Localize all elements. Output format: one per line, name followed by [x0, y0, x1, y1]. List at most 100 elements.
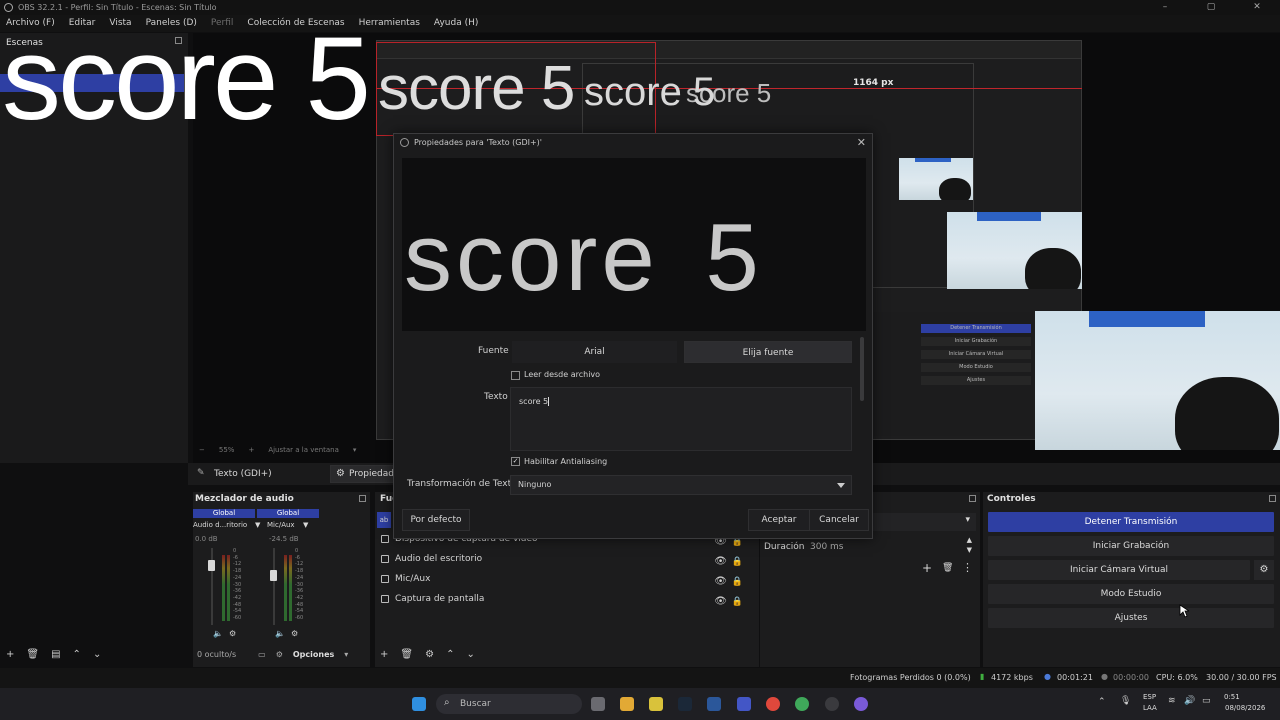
settings-button[interactable]: Ajustes	[988, 608, 1274, 628]
start-virtual-camera-button[interactable]: Iniciar Cámara Virtual	[988, 560, 1250, 580]
zoom-out-icon[interactable]: −	[199, 446, 205, 454]
spin-up-icon[interactable]: ▲	[967, 536, 972, 544]
studio-mode-button[interactable]: Modo Estudio	[988, 584, 1274, 604]
volume-fader-2[interactable]	[273, 548, 275, 625]
selected-source-icon[interactable]: ab	[377, 512, 391, 528]
move-down-icon[interactable]: ⌄	[93, 649, 101, 660]
virtual-camera-settings-icon[interactable]: ⚙	[1254, 560, 1274, 580]
controls-title: Controles	[987, 494, 1036, 504]
chevron-down-icon[interactable]: ▾	[344, 650, 348, 659]
sticky-notes-icon[interactable]	[649, 697, 663, 711]
add-icon[interactable]: +	[6, 649, 14, 660]
close-icon[interactable]: ✕	[857, 136, 866, 149]
taskbar-search[interactable]: ⌕ Buscar	[436, 694, 582, 714]
gear-icon[interactable]: ⚙	[229, 629, 236, 638]
app-icon[interactable]	[854, 697, 868, 711]
maximize-button[interactable]: ▢	[1188, 0, 1234, 15]
fps: 30.00 / 30.00 FPS	[1206, 673, 1277, 682]
add-icon[interactable]: +	[922, 561, 932, 575]
eye-icon[interactable]: 👁	[714, 553, 727, 571]
stop-streaming-button[interactable]: Detener Transmisión	[988, 512, 1274, 532]
task-view-icon[interactable]	[591, 697, 605, 711]
clock-time[interactable]: 0:51	[1224, 693, 1240, 701]
move-up-icon[interactable]: ⌃	[446, 649, 454, 660]
spin-down-icon[interactable]: ▼	[967, 546, 972, 554]
mixer-channel-menu-2[interactable]: ▼	[303, 521, 308, 529]
steam-icon[interactable]	[678, 697, 692, 711]
chevron-up-icon[interactable]: ⌃	[1098, 697, 1106, 707]
layout-icon[interactable]: ▭	[258, 650, 266, 659]
accept-button[interactable]: Aceptar	[748, 509, 810, 531]
scenes-footer: + 🗑 ▤ ⌃ ⌄	[6, 649, 101, 660]
minimize-button[interactable]: –	[1142, 0, 1188, 15]
language-indicator[interactable]: ESP	[1143, 693, 1156, 701]
move-down-icon[interactable]: ⌄	[466, 649, 474, 660]
options-button[interactable]: Opciones	[293, 650, 334, 659]
cancel-button[interactable]: Cancelar	[809, 509, 869, 531]
menu-help[interactable]: Ayuda (H)	[434, 15, 478, 32]
zoom-in-icon[interactable]: +	[248, 446, 254, 454]
trash-icon[interactable]: 🗑	[400, 649, 413, 660]
more-icon[interactable]: ⋮	[962, 561, 973, 574]
fader-handle-1[interactable]	[208, 559, 215, 571]
speaker-icon	[381, 555, 389, 563]
speaker-icon[interactable]: 🔈	[213, 629, 223, 638]
word-icon[interactable]	[707, 697, 721, 711]
volume-icon[interactable]: 🔊	[1184, 696, 1195, 706]
obs-taskbar-icon[interactable]	[825, 697, 839, 711]
choose-font-button[interactable]: Elija fuente	[684, 341, 852, 363]
wifi-icon[interactable]: ≋	[1168, 696, 1176, 706]
close-window-button[interactable]: ✕	[1234, 0, 1280, 15]
meter-scale-tick: -60	[295, 615, 304, 622]
undock-icon[interactable]	[359, 495, 366, 502]
undock-icon[interactable]	[1269, 495, 1276, 502]
add-icon[interactable]: +	[380, 649, 388, 660]
read-from-file-checkbox[interactable]	[511, 371, 520, 380]
eye-icon[interactable]: 👁	[714, 573, 727, 591]
trash-icon[interactable]: 🗑	[942, 563, 953, 573]
lock-icon[interactable]: 🔒	[732, 593, 743, 611]
properties-button[interactable]: ⚙ Propiedades	[330, 465, 404, 483]
source-item[interactable]: Mic/Aux 👁 🔒	[381, 570, 753, 588]
chrome-icon[interactable]	[766, 697, 780, 711]
duration-input[interactable]: 300 ms	[810, 542, 844, 552]
eye-icon[interactable]: 👁	[714, 593, 727, 611]
dialog-scrollbar[interactable]	[860, 337, 864, 401]
fader-handle-2[interactable]	[270, 569, 277, 581]
zoom-level: 55%	[218, 446, 235, 454]
gear-icon[interactable]: ⚙	[276, 650, 283, 659]
source-item[interactable]: Audio del escritorio 👁 🔒	[381, 550, 753, 568]
file-explorer-icon[interactable]	[620, 697, 634, 711]
lock-icon[interactable]: 🔒	[732, 573, 743, 591]
speaker-icon[interactable]: 🔈	[275, 629, 285, 638]
text-input[interactable]: score 5	[510, 387, 852, 451]
dialog-preview: score 5	[402, 158, 866, 331]
start-recording-button[interactable]: Iniciar Grabación	[988, 536, 1274, 556]
gear-icon[interactable]: ⚙	[291, 629, 298, 638]
preview-text-small: score 5	[584, 70, 716, 114]
volume-meter-1	[222, 555, 225, 621]
source-item[interactable]: Captura de pantalla 👁 🔒	[381, 590, 753, 608]
store-icon[interactable]	[737, 697, 751, 711]
preview-text-large[interactable]: score 5	[2, 20, 371, 138]
chrome-alt-icon[interactable]	[795, 697, 809, 711]
chevron-down-icon[interactable]: ▾	[353, 446, 357, 454]
lock-icon[interactable]: 🔒	[732, 553, 743, 571]
microphone-icon[interactable]: 🎙	[1120, 696, 1131, 706]
fit-to-window[interactable]: Ajustar a la ventana	[268, 446, 339, 454]
meter-scale-tick: -54	[295, 608, 304, 615]
defaults-button[interactable]: Por defecto	[402, 509, 470, 531]
move-up-icon[interactable]: ⌃	[73, 649, 81, 660]
mixer-channel-menu-1[interactable]: ▼	[255, 521, 260, 529]
windows-start-icon[interactable]	[412, 697, 426, 711]
clock-date[interactable]: 08/08/2026	[1225, 704, 1265, 712]
trash-icon[interactable]: 🗑	[26, 649, 39, 660]
filter-icon[interactable]: ▤	[51, 649, 60, 660]
gear-icon[interactable]: ⚙	[425, 649, 434, 660]
transform-select[interactable]: Ninguno	[510, 475, 852, 495]
antialias-checkbox[interactable]: ✓	[511, 457, 520, 466]
battery-icon[interactable]: ▭	[1202, 696, 1211, 706]
undock-icon[interactable]	[969, 495, 976, 502]
controls-dock: Controles Detener Transmisión Iniciar Gr…	[983, 492, 1280, 667]
volume-meter-2	[284, 555, 287, 621]
